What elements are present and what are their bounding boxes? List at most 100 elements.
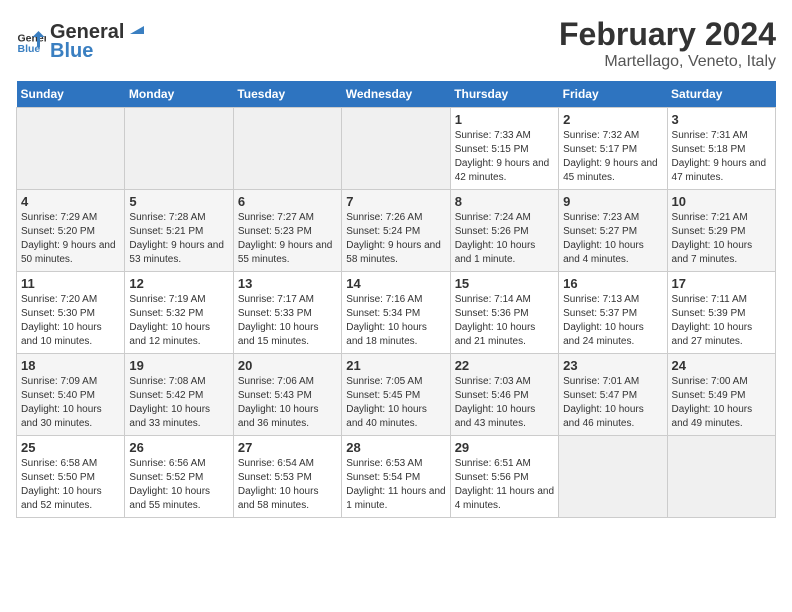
day-info: Sunrise: 7:11 AMSunset: 5:39 PMDaylight:… <box>672 293 771 349</box>
day-info: Sunrise: 7:14 AMSunset: 5:36 PMDaylight:… <box>455 293 554 349</box>
day-cell: 29 Sunrise: 6:51 AMSunset: 5:56 PMDayligh… <box>450 436 558 518</box>
day-number: 18 <box>21 358 120 373</box>
week-row-0: 1 Sunrise: 7:33 AMSunset: 5:15 PMDaylight… <box>17 108 776 190</box>
day-cell: 2 Sunrise: 7:32 AMSunset: 5:17 PMDaylight… <box>559 108 667 190</box>
day-cell: 9 Sunrise: 7:23 AMSunset: 5:27 PMDaylight… <box>559 190 667 272</box>
header-day-tuesday: Tuesday <box>233 81 341 108</box>
day-cell: 22Sunrise: 7:03 AMSunset: 5:46 PMDayligh… <box>450 354 558 436</box>
day-cell: 10Sunrise: 7:21 AMSunset: 5:29 PMDayligh… <box>667 190 775 272</box>
day-cell: 24 Sunrise: 7:00 AMSunset: 5:49 PMDayligh… <box>667 354 775 436</box>
day-number: 7 <box>346 194 445 209</box>
day-info: Sunrise: 7:20 AMSunset: 5:30 PMDaylight:… <box>21 293 120 349</box>
day-number: 17 <box>672 276 771 291</box>
day-info: Sunrise: 7:13 AMSunset: 5:37 PMDaylight:… <box>563 293 662 349</box>
day-number: 1 <box>455 112 554 127</box>
day-number: 26 <box>129 440 228 455</box>
day-number: 5 <box>129 194 228 209</box>
day-cell: 16 Sunrise: 7:13 AMSunset: 5:37 PMDayligh… <box>559 272 667 354</box>
day-info: Sunrise: 7:29 AMSunset: 5:20 PMDaylight:… <box>21 211 120 267</box>
header-day-thursday: Thursday <box>450 81 558 108</box>
logo: General Blue General Blue <box>16 16 150 63</box>
calendar-table: SundayMondayTuesdayWednesdayThursdayFrid… <box>16 81 776 518</box>
day-number: 13 <box>238 276 337 291</box>
header-day-saturday: Saturday <box>667 81 775 108</box>
day-cell <box>125 108 233 190</box>
day-cell: 5 Sunrise: 7:28 AMSunset: 5:21 PMDaylight… <box>125 190 233 272</box>
day-cell: 7 Sunrise: 7:26 AMSunset: 5:24 PMDaylight… <box>342 190 450 272</box>
day-number: 22 <box>455 358 554 373</box>
day-cell: 15Sunrise: 7:14 AMSunset: 5:36 PMDayligh… <box>450 272 558 354</box>
day-cell: 3 Sunrise: 7:31 AMSunset: 5:18 PMDaylight… <box>667 108 775 190</box>
day-number: 2 <box>563 112 662 127</box>
day-cell: 8Sunrise: 7:24 AMSunset: 5:26 PMDaylight… <box>450 190 558 272</box>
day-number: 25 <box>21 440 120 455</box>
day-number: 28 <box>346 440 445 455</box>
day-number: 21 <box>346 358 445 373</box>
svg-text:Blue: Blue <box>18 43 41 55</box>
day-info: Sunrise: 6:56 AMSunset: 5:52 PMDaylight:… <box>129 457 228 513</box>
day-info: Sunrise: 7:33 AMSunset: 5:15 PMDaylight:… <box>455 129 554 185</box>
day-info: Sunrise: 7:32 AMSunset: 5:17 PMDaylight:… <box>563 129 662 185</box>
day-cell: 11 Sunrise: 7:20 AMSunset: 5:30 PMDayligh… <box>17 272 125 354</box>
day-cell: 20Sunrise: 7:06 AMSunset: 5:43 PMDayligh… <box>233 354 341 436</box>
day-cell <box>233 108 341 190</box>
day-cell: 18 Sunrise: 7:09 AMSunset: 5:40 PMDayligh… <box>17 354 125 436</box>
day-info: Sunrise: 7:17 AMSunset: 5:33 PMDaylight:… <box>238 293 337 349</box>
day-number: 6 <box>238 194 337 209</box>
day-cell <box>559 436 667 518</box>
day-number: 16 <box>563 276 662 291</box>
day-cell: 21 Sunrise: 7:05 AMSunset: 5:45 PMDayligh… <box>342 354 450 436</box>
day-info: Sunrise: 7:21 AMSunset: 5:29 PMDaylight:… <box>672 211 771 267</box>
day-cell: 14Sunrise: 7:16 AMSunset: 5:34 PMDayligh… <box>342 272 450 354</box>
day-number: 11 <box>21 276 120 291</box>
day-number: 19 <box>129 358 228 373</box>
day-number: 8 <box>455 194 554 209</box>
week-row-3: 18 Sunrise: 7:09 AMSunset: 5:40 PMDayligh… <box>17 354 776 436</box>
day-number: 3 <box>672 112 771 127</box>
main-title: February 2024 <box>559 16 776 53</box>
day-info: Sunrise: 7:28 AMSunset: 5:21 PMDaylight:… <box>129 211 228 267</box>
day-info: Sunrise: 7:09 AMSunset: 5:40 PMDaylight:… <box>21 375 120 431</box>
header-day-friday: Friday <box>559 81 667 108</box>
day-info: Sunrise: 7:31 AMSunset: 5:18 PMDaylight:… <box>672 129 771 185</box>
day-info: Sunrise: 7:27 AMSunset: 5:23 PMDaylight:… <box>238 211 337 267</box>
day-number: 9 <box>563 194 662 209</box>
day-cell <box>667 436 775 518</box>
day-cell <box>17 108 125 190</box>
day-cell: 23Sunrise: 7:01 AMSunset: 5:47 PMDayligh… <box>559 354 667 436</box>
day-cell: 25 Sunrise: 6:58 AMSunset: 5:50 PMDayligh… <box>17 436 125 518</box>
header-day-monday: Monday <box>125 81 233 108</box>
day-info: Sunrise: 6:51 AMSunset: 5:56 PMDaylight:… <box>455 457 554 513</box>
day-number: 20 <box>238 358 337 373</box>
day-number: 29 <box>455 440 554 455</box>
day-cell: 28 Sunrise: 6:53 AMSunset: 5:54 PMDayligh… <box>342 436 450 518</box>
day-cell <box>342 108 450 190</box>
day-info: Sunrise: 6:58 AMSunset: 5:50 PMDaylight:… <box>21 457 120 513</box>
day-cell: 19 Sunrise: 7:08 AMSunset: 5:42 PMDayligh… <box>125 354 233 436</box>
day-cell: 12Sunrise: 7:19 AMSunset: 5:32 PMDayligh… <box>125 272 233 354</box>
day-cell: 6 Sunrise: 7:27 AMSunset: 5:23 PMDaylight… <box>233 190 341 272</box>
subtitle: Martellago, Veneto, Italy <box>559 53 776 71</box>
day-cell: 1 Sunrise: 7:33 AMSunset: 5:15 PMDaylight… <box>450 108 558 190</box>
title-area: February 2024 Martellago, Veneto, Italy <box>559 16 776 71</box>
day-info: Sunrise: 7:08 AMSunset: 5:42 PMDaylight:… <box>129 375 228 431</box>
day-info: Sunrise: 6:53 AMSunset: 5:54 PMDaylight:… <box>346 457 445 513</box>
calendar-body: 1 Sunrise: 7:33 AMSunset: 5:15 PMDaylight… <box>17 108 776 518</box>
day-cell: 4 Sunrise: 7:29 AMSunset: 5:20 PMDaylight… <box>17 190 125 272</box>
day-number: 12 <box>129 276 228 291</box>
day-info: Sunrise: 7:00 AMSunset: 5:49 PMDaylight:… <box>672 375 771 431</box>
header-row: SundayMondayTuesdayWednesdayThursdayFrid… <box>17 81 776 108</box>
week-row-1: 4 Sunrise: 7:29 AMSunset: 5:20 PMDaylight… <box>17 190 776 272</box>
week-row-2: 11 Sunrise: 7:20 AMSunset: 5:30 PMDayligh… <box>17 272 776 354</box>
day-cell: 13 Sunrise: 7:17 AMSunset: 5:33 PMDayligh… <box>233 272 341 354</box>
calendar-header: SundayMondayTuesdayWednesdayThursdayFrid… <box>17 81 776 108</box>
day-info: Sunrise: 7:26 AMSunset: 5:24 PMDaylight:… <box>346 211 445 267</box>
logo-icon: General Blue <box>16 25 46 55</box>
day-info: Sunrise: 7:05 AMSunset: 5:45 PMDaylight:… <box>346 375 445 431</box>
day-number: 27 <box>238 440 337 455</box>
day-number: 14 <box>346 276 445 291</box>
day-number: 4 <box>21 194 120 209</box>
day-info: Sunrise: 7:23 AMSunset: 5:27 PMDaylight:… <box>563 211 662 267</box>
day-number: 24 <box>672 358 771 373</box>
header-day-sunday: Sunday <box>17 81 125 108</box>
